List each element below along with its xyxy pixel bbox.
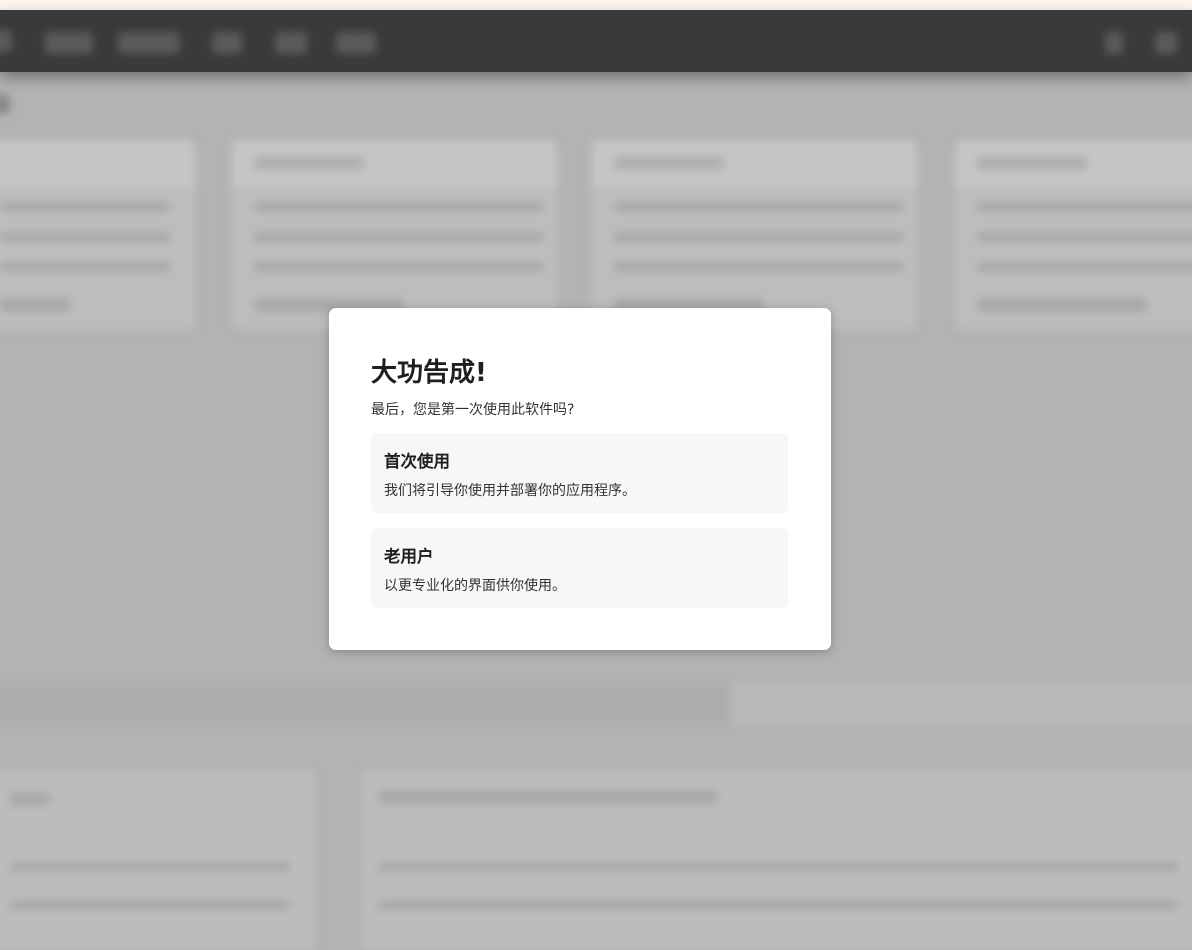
returning-user-option[interactable]: 老用户 以更专业化的界面供你使用。 [371,528,788,608]
option-description: 以更专业化的界面供你使用。 [384,578,566,594]
option-title: 首次使用 [384,452,450,471]
welcome-dialog: 大功告成! 最后，您是第一次使用此软件吗? 首次使用 我们将引导你使用并部署你的… [329,308,831,650]
option-description: 我们将引导你使用并部署你的应用程序。 [384,483,636,499]
dialog-subtitle: 最后，您是第一次使用此软件吗? [371,402,575,418]
dialog-title: 大功告成! [371,358,487,388]
first-time-option[interactable]: 首次使用 我们将引导你使用并部署你的应用程序。 [371,433,788,513]
option-title: 老用户 [384,547,434,566]
